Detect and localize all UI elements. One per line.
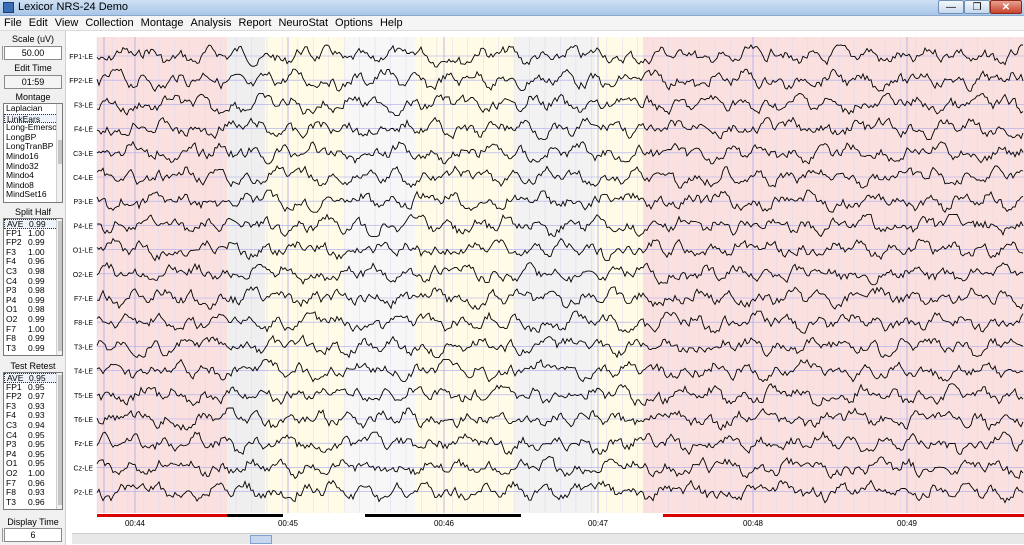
time-label: 00:46 [433, 519, 455, 528]
split-half-scrollbar[interactable] [56, 219, 62, 355]
display-time-input[interactable]: 6 [4, 528, 62, 542]
minimize-button[interactable]: — [938, 0, 964, 14]
split-half-item-channel: AVE [7, 219, 24, 229]
control-panel: Scale (uV) 50.00 Edit Time 01:59 Montage… [0, 31, 66, 545]
menu-neurostat[interactable]: NeuroStat [274, 16, 328, 30]
artifact-region [515, 37, 595, 513]
channel-label: P3-LE [74, 199, 94, 206]
channel-label: O2-LE [73, 272, 94, 279]
montage-scrollbar[interactable] [56, 104, 62, 202]
menu-bar: File Edit View Collection Montage Analys… [0, 16, 1024, 31]
rejected-marker [97, 514, 227, 517]
test-retest-item-channel: AVE [7, 373, 24, 383]
channel-label: Fz-LE [74, 441, 93, 448]
montage-list[interactable]: Laplacian LinkEars Long-Emerson LongBP LongT… [3, 103, 63, 203]
window-title: Lexicor NRS-24 Demo [18, 1, 129, 13]
artifact-marker [365, 514, 521, 517]
time-label: 00:49 [896, 519, 918, 528]
test-retest-item[interactable]: T3 0.96 [4, 496, 62, 508]
channel-label: Cz-LE [74, 465, 94, 472]
channel-label: Pz-LE [74, 490, 93, 497]
app-icon [3, 2, 14, 13]
channel-label: F7-LE [74, 296, 93, 303]
channel-label: T6-LE [74, 417, 93, 424]
montage-label: Montage [15, 92, 51, 102]
test-retest-list[interactable]: AVE 0.95 FP1 0.95 FP2 0.97 F3 0.93 F4 0.93 C3 0.94 C… [3, 372, 63, 510]
channel-label: T5-LE [74, 393, 93, 400]
menu-view[interactable]: View [51, 16, 79, 30]
menu-report[interactable]: Report [234, 16, 271, 30]
time-label: 00:44 [124, 519, 146, 528]
marked-region [415, 37, 515, 513]
channel-label: O1-LE [73, 248, 94, 255]
channel-label: F4-LE [74, 127, 93, 134]
close-icon: ✕ [1001, 1, 1011, 13]
menu-montage[interactable]: Montage [137, 16, 184, 30]
time-scrollbar-thumb[interactable] [250, 535, 272, 544]
test-retest-item-value: 0.95 [29, 373, 46, 383]
title-bar: Lexicor NRS-24 Demo — ❐ ✕ [0, 0, 1024, 16]
split-half-list[interactable]: AVE 0.99 FP1 1.00 FP2 0.99 F3 1.00 F4 0.96 C3 0.98 C… [3, 218, 63, 356]
rejected-marker [663, 514, 1024, 517]
close-button[interactable]: ✕ [990, 0, 1022, 14]
edit-time-label: Edit Time [14, 63, 52, 73]
display-time-label: Display Time [7, 517, 59, 527]
minimize-icon: — [946, 1, 956, 13]
menu-analysis[interactable]: Analysis [186, 16, 231, 30]
scale-label: Scale (uV) [11, 34, 55, 44]
test-retest-item-value: 0.96 [28, 496, 45, 507]
channel-label: P4-LE [74, 223, 94, 230]
time-axis: 00:44 00:45 00:46 00:47 00:48 00:49 [67, 518, 1024, 532]
channel-label: C4-LE [73, 175, 93, 182]
split-half-item-value: 0.99 [29, 219, 46, 229]
eeg-display[interactable]: FP1-LE FP2-LE F3-LE F4-LE C3-LE C4-LE P3-LE P4-… [67, 31, 1024, 518]
restore-icon: ❐ [972, 1, 982, 13]
menu-options[interactable]: Options [331, 16, 373, 30]
display-time-spinner[interactable] [2, 528, 6, 542]
test-retest-label: Test Retest [10, 361, 56, 371]
split-half-item-value: 0.99 [28, 342, 45, 353]
channel-label: F8-LE [74, 320, 93, 327]
time-label: 00:48 [742, 519, 764, 528]
montage-item[interactable]: Laplacian [4, 104, 62, 114]
menu-help[interactable]: Help [376, 16, 403, 30]
edit-time-value: 01:59 [4, 75, 62, 89]
scale-input[interactable]: 50.00 [4, 46, 62, 60]
channel-label: FP2-LE [69, 78, 93, 85]
artifact-marker [227, 514, 283, 517]
split-half-label: Split Half [14, 207, 51, 217]
menu-file[interactable]: File [0, 16, 22, 30]
time-label: 00:45 [277, 519, 299, 528]
channel-label: FP1-LE [69, 54, 93, 61]
time-scrollbar[interactable] [72, 533, 1024, 544]
channel-label: F3-LE [74, 102, 93, 109]
montage-item[interactable]: MindSet16 [4, 190, 62, 200]
eeg-traces-canvas[interactable]: FP1-LE FP2-LE F3-LE F4-LE C3-LE C4-LE P3-LE P4-… [67, 31, 1024, 518]
channel-label: T3-LE [74, 344, 93, 351]
maximize-button[interactable]: ❐ [964, 0, 990, 14]
menu-collection[interactable]: Collection [81, 16, 133, 30]
time-label: 00:47 [587, 519, 609, 528]
split-half-item[interactable]: T3 0.99 [4, 342, 62, 354]
test-retest-item-channel: T3 [6, 496, 16, 507]
channel-label: T4-LE [74, 369, 93, 376]
split-half-item-channel: T3 [6, 342, 16, 353]
channel-label: C3-LE [73, 151, 93, 158]
menu-edit[interactable]: Edit [25, 16, 48, 30]
scale-spinner[interactable] [2, 46, 6, 60]
test-retest-scrollbar[interactable] [56, 373, 62, 509]
